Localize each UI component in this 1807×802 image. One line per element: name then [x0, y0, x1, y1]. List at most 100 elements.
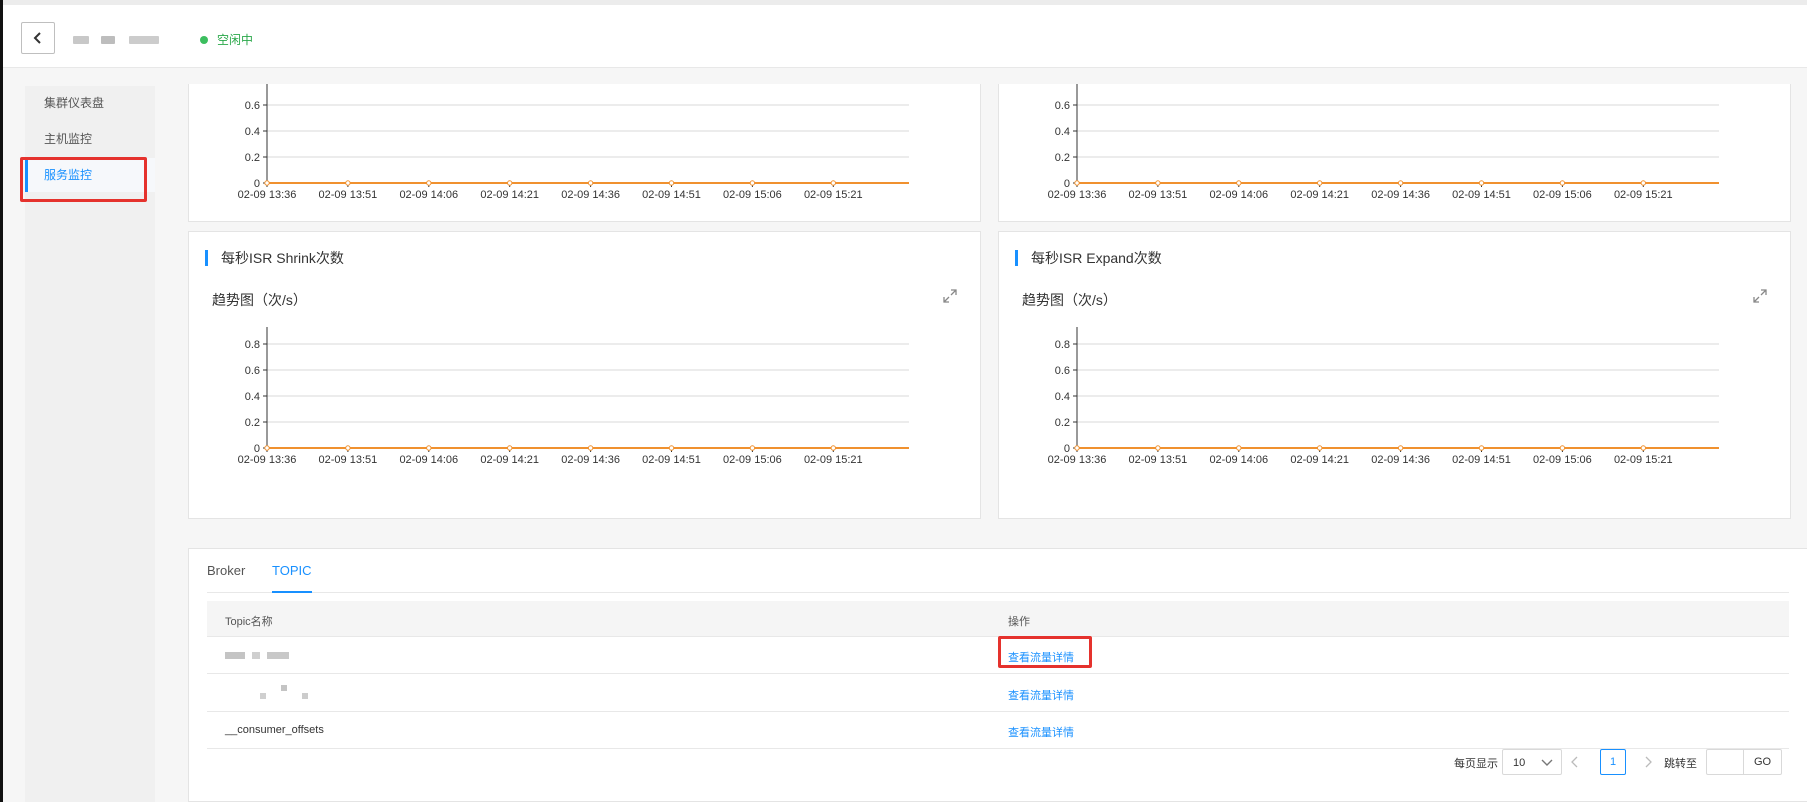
topic-name-redacted — [281, 685, 287, 691]
x-tick-label: 02-09 14:51 — [1452, 454, 1511, 466]
back-button[interactable] — [21, 22, 55, 54]
x-tick-label: 02-09 15:21 — [804, 454, 863, 466]
view-traffic-details-link[interactable]: 查看流量详情 — [1008, 724, 1074, 740]
panel-title: 每秒ISR Shrink次数 — [205, 250, 344, 266]
x-tick-label: 02-09 14:36 — [561, 454, 620, 466]
x-tick-label: 02-09 14:06 — [1209, 189, 1268, 201]
data-point — [345, 180, 351, 186]
data-point — [1317, 445, 1323, 451]
line-chart: 00.20.40.602-09 13:36 02-09 13:51 02-09 14… — [1048, 84, 1719, 201]
table-header: Topic名称 操作 — [207, 601, 1789, 637]
data-point — [1640, 180, 1646, 186]
x-tick-label: 02-09 14:21 — [1290, 189, 1349, 201]
x-tick-label: 02-09 15:06 — [723, 189, 782, 201]
page-number-current[interactable]: 1 — [1600, 749, 1626, 775]
x-tick-label: 02-09 14:51 — [642, 454, 701, 466]
expand-icon[interactable] — [1752, 288, 1768, 304]
view-traffic-details-link[interactable]: 查看流量详情 — [1008, 649, 1074, 665]
chart-panel-isr-shrink: 每秒ISR Shrink次数 趋势图（次/s） 00.20.40.60.8102… — [188, 231, 981, 519]
chevron-down-icon — [1541, 759, 1553, 766]
x-tick-label: 02-09 13:36 — [1048, 454, 1107, 466]
x-tick-label: 02-09 14:06 — [399, 454, 458, 466]
x-tick-label: 02-09 14:06 — [399, 189, 458, 201]
data-point — [426, 180, 432, 186]
data-point — [1397, 180, 1404, 186]
data-point — [264, 445, 270, 451]
y-tick-label: 0.6 — [1055, 100, 1070, 112]
column-header-actions: 操作 — [1008, 616, 1030, 628]
chart-subtitle: 趋势图（次/s） — [1022, 292, 1117, 308]
sidebar-item-label: 集群仪表盘 — [44, 96, 105, 110]
data-point — [587, 445, 594, 451]
x-tick-label: 02-09 14:36 — [1371, 454, 1430, 466]
y-tick-label: 0.2 — [245, 152, 260, 164]
y-tick-label: 0.8 — [1055, 339, 1070, 351]
x-tick-label: 02-09 13:36 — [238, 454, 297, 466]
topic-name-redacted — [302, 693, 308, 699]
line-chart: 00.20.40.60.8102-09 13:3602-09 13:5102-0… — [1048, 327, 1719, 466]
y-tick-label: 0.2 — [1055, 152, 1070, 164]
data-point — [345, 445, 351, 451]
table-row: __consumer_offsets 查看流量详情 — [207, 712, 1789, 749]
data-point — [830, 445, 836, 451]
data-point — [1559, 180, 1566, 186]
next-page-icon[interactable] — [1643, 755, 1653, 769]
table-row: 查看流量详情 — [207, 675, 1789, 712]
cluster-name-redacted — [129, 36, 159, 44]
chart-panel-isr-expand: 每秒ISR Expand次数 趋势图（次/s） 00.20.40.60.8102… — [998, 231, 1791, 519]
y-tick-label: 0.6 — [1055, 365, 1070, 377]
status-badge: 空闲中 — [200, 31, 253, 48]
topic-name: __consumer_offsets — [225, 724, 324, 736]
x-tick-label: 02-09 13:51 — [319, 454, 378, 466]
chart-panel-top-left: 0 0.2 0.4 0.6 02-09 13:36 02-09 13:51 02-09 14… — [188, 84, 981, 222]
y-tick-label: 0.2 — [245, 417, 260, 429]
expand-icon[interactable] — [942, 288, 958, 304]
data-point — [507, 180, 513, 186]
x-tick-label: 02-09 13:36 — [238, 189, 297, 201]
data-point — [1397, 445, 1404, 451]
data-point — [1236, 445, 1242, 451]
chevron-left-icon — [33, 32, 41, 44]
data-point — [749, 445, 756, 451]
x-tick-label: 02-09 15:21 — [804, 189, 863, 201]
go-button[interactable]: GO — [1744, 749, 1782, 775]
topic-name-redacted — [267, 652, 289, 659]
x-tick-label: 02-09 14:36 — [1371, 189, 1430, 201]
x-tick-label: 02-09 14:06 — [1209, 454, 1268, 466]
per-page-select[interactable]: 10 — [1502, 749, 1562, 775]
jump-to-page-input[interactable] — [1706, 749, 1744, 775]
x-tick-label: 02-09 14:21 — [1290, 454, 1349, 466]
x-tick-label: 02-09 13:51 — [1129, 189, 1188, 201]
x-tick-label: 02-09 15:21 — [1614, 454, 1673, 466]
data-point — [668, 445, 675, 451]
view-traffic-details-link[interactable]: 查看流量详情 — [1008, 687, 1074, 703]
sidebar-item-host-monitor[interactable]: 主机监控 — [25, 122, 155, 156]
x-tick-label: 02-09 14:36 — [561, 189, 620, 201]
topic-name-redacted — [260, 693, 266, 699]
cluster-name-redacted — [73, 36, 89, 44]
data-point — [1640, 445, 1646, 451]
line-chart: 00.20.40.60.8102-09 13:3602-09 13:5102-0… — [238, 327, 909, 466]
y-tick-label: 0.4 — [245, 391, 260, 403]
data-point — [749, 180, 756, 186]
x-tick-label: 02-09 15:06 — [723, 454, 782, 466]
sidebar-item-service-monitor[interactable]: 服务监控 — [25, 158, 155, 192]
cluster-name-redacted — [101, 36, 115, 44]
y-tick-label: 0.8 — [245, 339, 260, 351]
data-point — [426, 445, 432, 451]
y-tick-label: 0.2 — [1055, 417, 1070, 429]
data-point — [1155, 445, 1161, 451]
data-point — [587, 180, 594, 186]
sidebar-item-cluster-dashboard[interactable]: 集群仪表盘 — [25, 86, 155, 120]
x-tick-label: 02-09 14:21 — [480, 454, 539, 466]
y-tick-label: 0.6 — [245, 365, 260, 377]
top-bar: 空闲中 — [3, 0, 1807, 68]
panel-title: 每秒ISR Expand次数 — [1015, 250, 1162, 266]
tab-broker[interactable]: Broker — [207, 563, 245, 593]
tab-topic[interactable]: TOPIC — [272, 563, 312, 593]
x-tick-label: 02-09 13:51 — [1129, 454, 1188, 466]
data-point — [507, 445, 513, 451]
data-point — [1074, 445, 1080, 451]
jump-to-label: 跳转至 — [1664, 758, 1697, 770]
prev-page-icon[interactable] — [1570, 755, 1580, 769]
